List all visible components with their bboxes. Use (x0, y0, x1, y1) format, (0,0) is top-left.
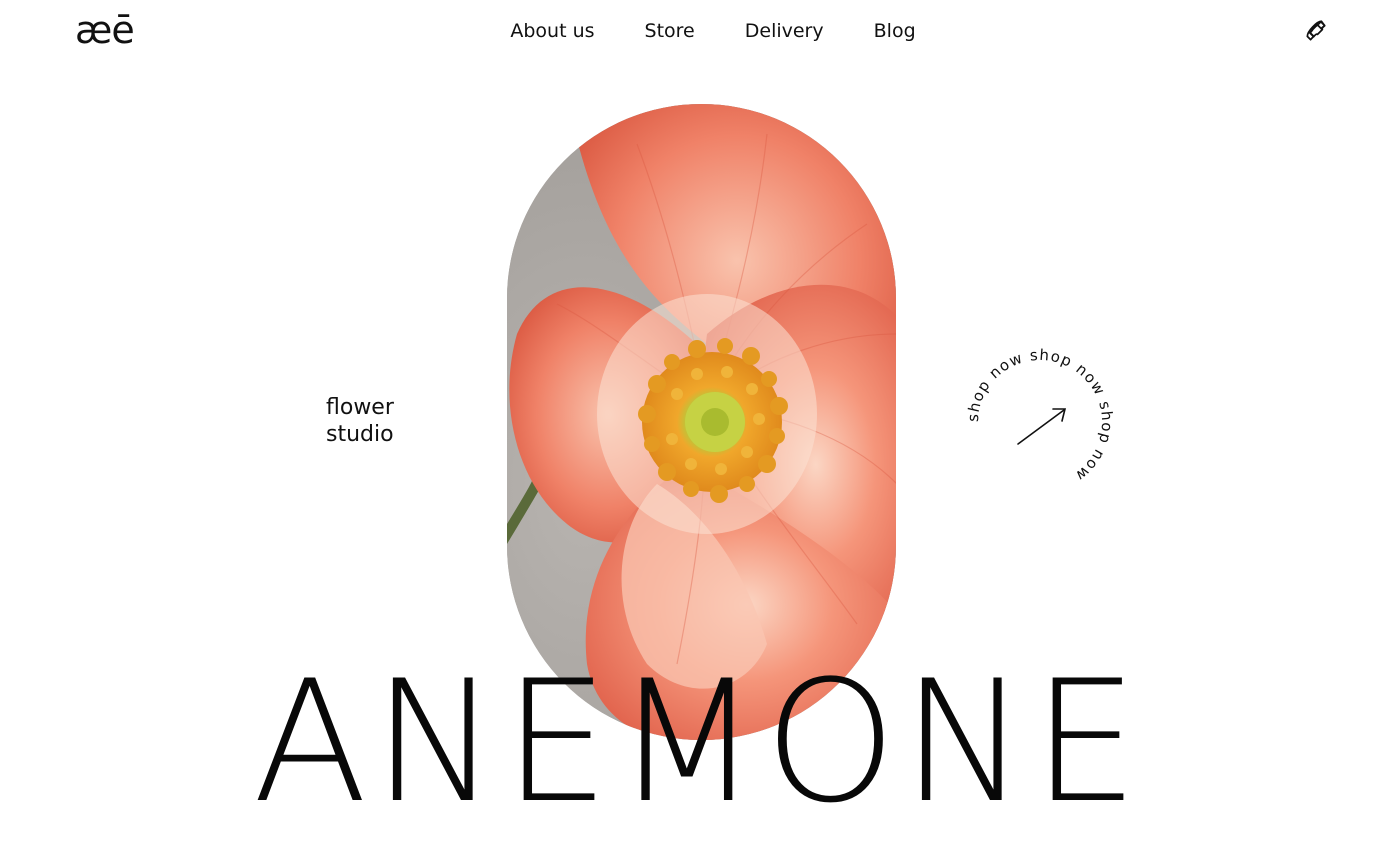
landing-page: æē About us Store Delivery Blog flower s… (0, 0, 1400, 858)
shop-now-badge[interactable]: shop now shop now shop now (962, 344, 1118, 500)
brand-logo[interactable]: æē (75, 8, 135, 52)
arrow-up-right-icon (1017, 408, 1067, 445)
nav-item-blog[interactable]: Blog (874, 17, 916, 45)
nav-item-about-us[interactable]: About us (510, 17, 594, 45)
nav-list: About us Store Delivery Blog (485, 16, 940, 46)
tagline-line-1: flower (326, 395, 394, 420)
nav-item-store[interactable]: Store (645, 17, 695, 45)
nav-item-delivery[interactable]: Delivery (745, 17, 824, 45)
hero-tagline: flower studio (326, 394, 394, 448)
hero-headline: ANEMONE (252, 644, 1144, 840)
tagline-line-2: studio (326, 422, 394, 447)
phone-icon[interactable] (1303, 18, 1329, 44)
main-nav: About us Store Delivery Blog (0, 16, 1400, 46)
shop-now-badge-text: shop now shop now shop now (964, 346, 1116, 485)
